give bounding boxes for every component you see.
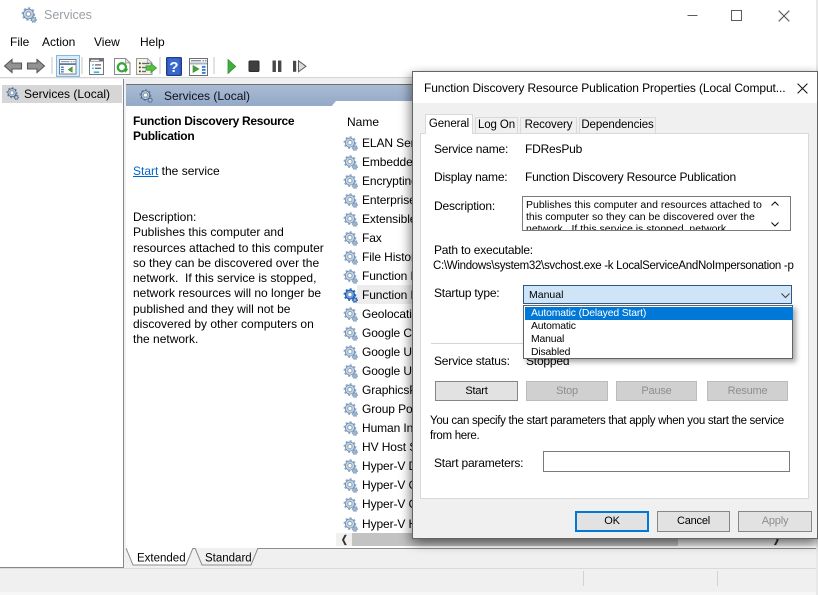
svg-text:Extended: Extended <box>137 553 186 565</box>
svg-text:?: ? <box>169 59 178 76</box>
svg-text:Standard: Standard <box>205 553 252 565</box>
